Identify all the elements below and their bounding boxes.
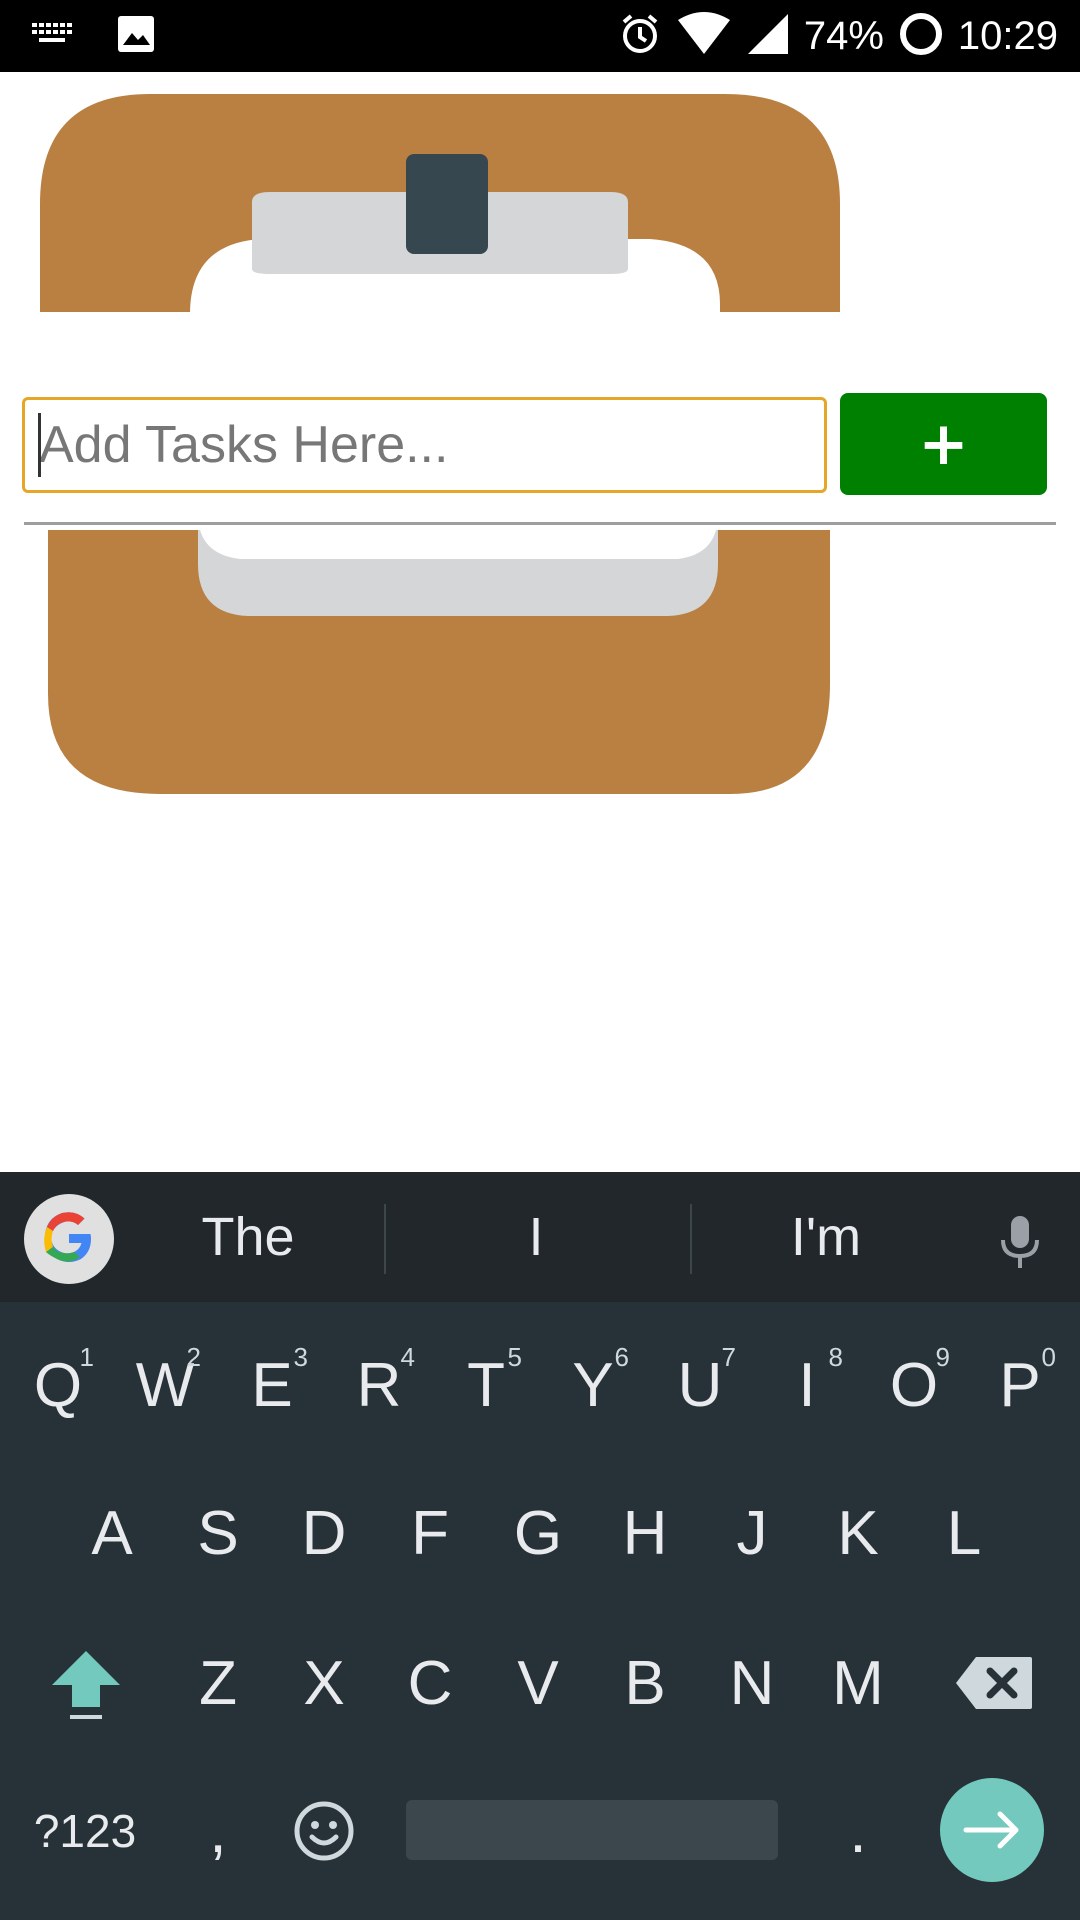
key-p[interactable]: P0 — [970, 1320, 1070, 1450]
backspace-icon — [956, 1657, 1032, 1709]
divider — [24, 522, 1056, 525]
space-bar[interactable] — [406, 1800, 778, 1860]
key-v[interactable]: V — [488, 1618, 588, 1748]
microphone-icon[interactable] — [990, 1212, 1050, 1277]
key-h[interactable]: H — [595, 1468, 695, 1598]
shift-icon — [52, 1651, 120, 1719]
key-s[interactable]: S — [168, 1468, 268, 1598]
arrow-right-icon — [963, 1811, 1019, 1849]
key-z[interactable]: Z — [168, 1618, 268, 1748]
suggestion-1[interactable]: The — [148, 1172, 348, 1302]
image-icon — [116, 14, 156, 59]
key-g[interactable]: G — [488, 1468, 588, 1598]
key-label: R — [356, 1350, 402, 1420]
key-u[interactable]: U7 — [650, 1320, 750, 1450]
suggestion-2[interactable]: I — [436, 1172, 636, 1302]
key-a[interactable]: A — [62, 1468, 162, 1598]
key-label: T — [467, 1350, 505, 1420]
add-task-button[interactable]: + — [840, 393, 1047, 495]
battery-percent: 74% — [803, 13, 884, 58]
key-x[interactable]: X — [274, 1618, 374, 1748]
key-label: P — [999, 1350, 1041, 1420]
key-label: I — [798, 1350, 816, 1420]
wifi-icon — [676, 11, 732, 61]
suggestion-3[interactable]: I'm — [726, 1172, 926, 1302]
key-hint: 5 — [507, 1342, 522, 1372]
suggestion-divider — [690, 1204, 692, 1274]
key-hint: 2 — [186, 1342, 201, 1372]
backspace-key[interactable] — [944, 1618, 1044, 1748]
key-hint: 9 — [935, 1342, 950, 1372]
period-key[interactable]: . — [808, 1766, 908, 1896]
google-icon — [44, 1212, 91, 1262]
key-label: W — [135, 1350, 195, 1420]
key-hint: 7 — [721, 1342, 736, 1372]
text-cursor — [38, 413, 41, 477]
key-label: Q — [33, 1350, 83, 1420]
key-f[interactable]: F — [380, 1468, 480, 1598]
key-d[interactable]: D — [274, 1468, 374, 1598]
key-r[interactable]: R4 — [329, 1320, 429, 1450]
key-e[interactable]: E3 — [222, 1320, 322, 1450]
key-i[interactable]: I8 — [757, 1320, 857, 1450]
google-search-button[interactable] — [24, 1194, 114, 1284]
key-hint: 3 — [293, 1342, 308, 1372]
keyboard-icon — [30, 19, 74, 54]
key-w[interactable]: W2 — [115, 1320, 215, 1450]
emoji-key[interactable] — [274, 1766, 374, 1896]
key-hint: 0 — [1041, 1342, 1056, 1372]
key-n[interactable]: N — [702, 1618, 802, 1748]
key-label: E — [251, 1350, 293, 1420]
battery-ring-icon — [898, 11, 944, 62]
smiley-icon — [294, 1801, 354, 1861]
symbols-key[interactable]: ?123 — [20, 1766, 150, 1896]
key-y[interactable]: Y6 — [543, 1320, 643, 1450]
key-j[interactable]: J — [702, 1468, 802, 1598]
suggestion-bar: The I I'm — [0, 1172, 1080, 1302]
status-bar: 74% 10:29 — [0, 0, 1080, 72]
key-hint: 4 — [400, 1342, 415, 1372]
key-o[interactable]: O9 — [864, 1320, 964, 1450]
shift-key[interactable] — [36, 1618, 136, 1748]
key-b[interactable]: B — [595, 1618, 695, 1748]
key-q[interactable]: Q1 — [8, 1320, 108, 1450]
key-hint: 6 — [614, 1342, 629, 1372]
key-hint: 8 — [828, 1342, 843, 1372]
key-label: Y — [572, 1350, 614, 1420]
key-label: U — [677, 1350, 723, 1420]
key-k[interactable]: K — [808, 1468, 908, 1598]
suggestion-divider — [384, 1204, 386, 1274]
comma-key[interactable]: , — [168, 1766, 268, 1896]
key-t[interactable]: T5 — [436, 1320, 536, 1450]
signal-icon — [746, 12, 790, 61]
enter-key[interactable] — [940, 1778, 1044, 1882]
key-c[interactable]: C — [380, 1618, 480, 1748]
app-content: + — [0, 72, 1080, 1172]
task-input[interactable] — [22, 397, 827, 493]
clock: 10:29 — [957, 13, 1058, 58]
key-hint: 1 — [79, 1342, 94, 1372]
key-m[interactable]: M — [808, 1618, 908, 1748]
alarm-icon — [618, 12, 662, 61]
key-l[interactable]: L — [914, 1468, 1014, 1598]
key-label: O — [889, 1350, 939, 1420]
